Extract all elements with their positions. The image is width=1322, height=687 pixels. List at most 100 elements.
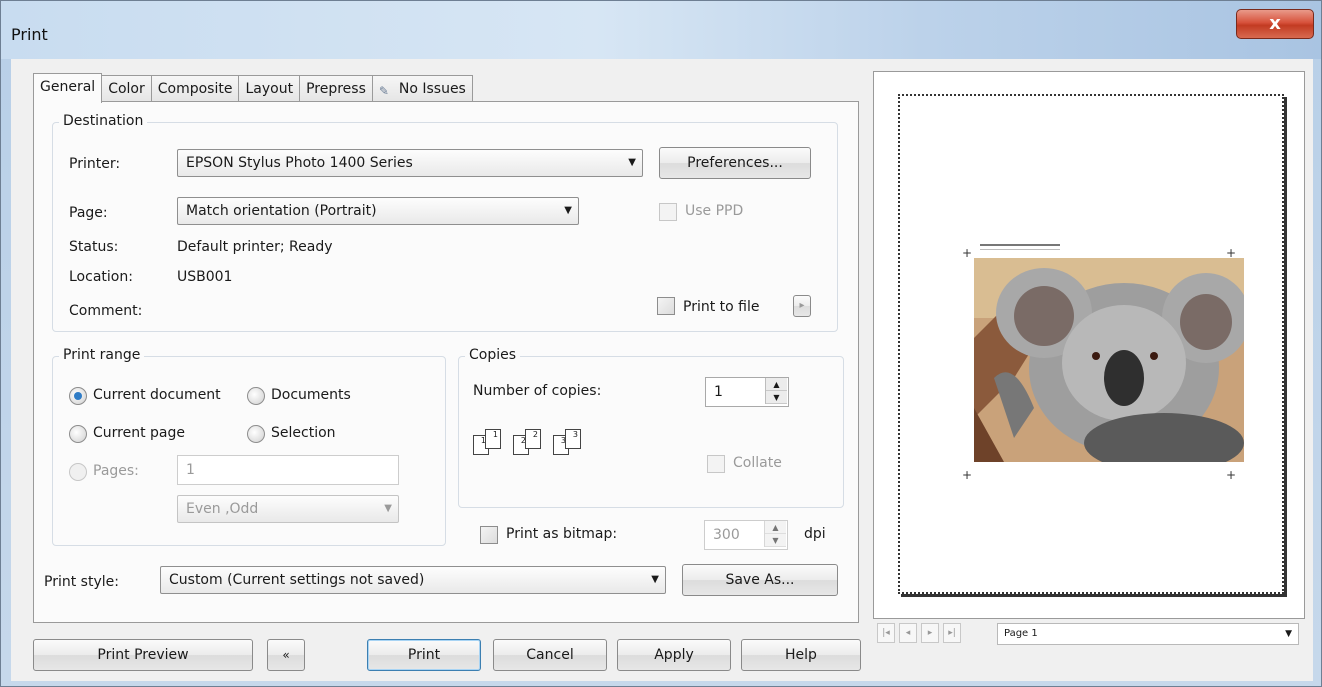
previous-page-button[interactable]: ◂	[899, 623, 917, 643]
even-odd-select[interactable]: Even ,Odd ▼	[177, 495, 399, 523]
print-button[interactable]: Print	[367, 639, 481, 671]
first-page-button[interactable]: |◂	[877, 623, 895, 643]
comment-label: Comment:	[69, 303, 143, 319]
collate-label: Collate	[733, 455, 782, 471]
pages-label: Pages:	[93, 463, 139, 479]
chevron-down-icon: ▼	[564, 205, 572, 216]
print-style-value: Custom (Current settings not saved)	[169, 572, 425, 588]
collate-page: 1	[485, 429, 501, 449]
printer-label: Printer:	[69, 156, 121, 172]
chevron-down-icon: ▼	[651, 574, 659, 585]
print-preview-button[interactable]: Print Preview	[33, 639, 253, 671]
copies-spinner[interactable]: ▲ ▼	[765, 378, 787, 404]
collate-page: 2	[525, 429, 541, 449]
print-preview-pane[interactable]: + + + +	[873, 71, 1305, 619]
collate-page: 3	[565, 429, 581, 449]
use-ppd-checkbox[interactable]	[659, 203, 677, 221]
print-range-title: Print range	[59, 347, 145, 363]
use-ppd-label: Use PPD	[685, 203, 744, 219]
print-style-label: Print style:	[44, 574, 119, 590]
documents-label: Documents	[271, 387, 351, 403]
pages-input[interactable]: 1	[177, 455, 399, 485]
chevron-down-icon: ▼	[1285, 629, 1292, 639]
current-document-label: Current document	[93, 387, 221, 403]
collate-checkbox[interactable]	[707, 455, 725, 473]
dpi-unit-label: dpi	[804, 526, 826, 542]
page-orientation-select[interactable]: Match orientation (Portrait) ▼	[177, 197, 579, 225]
current-document-radio[interactable]	[69, 387, 87, 405]
printer-select-value: EPSON Stylus Photo 1400 Series	[186, 155, 413, 171]
crop-mark-icon: +	[962, 468, 973, 482]
spin-down-icon[interactable]: ▼	[765, 534, 786, 547]
tab-strip: General Color Composite Layout Prepress …	[33, 73, 473, 103]
status-value: Default printer; Ready	[177, 239, 333, 255]
close-button[interactable]: x	[1236, 9, 1314, 39]
koala-photo	[974, 258, 1244, 462]
tab-prepress[interactable]: Prepress	[299, 75, 373, 103]
documents-radio[interactable]	[247, 387, 265, 405]
selection-label: Selection	[271, 425, 336, 441]
status-label: Status:	[69, 239, 119, 255]
collate-illustration: 1 1 2 2 3 3	[473, 429, 587, 457]
no-issues-icon: ✎	[378, 84, 389, 98]
apply-button[interactable]: Apply	[617, 639, 731, 671]
chevron-down-icon: ▼	[628, 157, 636, 168]
copies-input-value: 1	[714, 384, 723, 400]
selection-radio[interactable]	[247, 425, 265, 443]
help-button[interactable]: Help	[741, 639, 861, 671]
collapse-preview-button[interactable]: «	[267, 639, 305, 671]
spin-up-icon[interactable]: ▲	[765, 521, 786, 534]
dialog-client-area: General Color Composite Layout Prepress …	[11, 59, 1313, 681]
window-title: Print	[11, 25, 48, 44]
dialog-footer: Print Preview « Print Cancel Apply Help	[11, 629, 871, 679]
preview-navigation-bar: |◂ ◂ ▸ ▸| Page 1 ▼	[873, 621, 1305, 645]
next-page-button[interactable]: ▸	[921, 623, 939, 643]
title-bar[interactable]: Print x	[1, 1, 1321, 59]
print-range-group: Print range Current document Documents C…	[52, 347, 446, 546]
file-info-text	[980, 244, 1060, 250]
preferences-button[interactable]: Preferences...	[659, 147, 811, 179]
tab-no-issues[interactable]: ✎ No Issues	[371, 75, 473, 103]
location-value: USB001	[177, 269, 233, 285]
print-as-bitmap-label: Print as bitmap:	[506, 526, 618, 542]
tab-layout[interactable]: Layout	[238, 75, 301, 103]
page-orientation-value: Match orientation (Portrait)	[186, 203, 377, 219]
spin-up-icon[interactable]: ▲	[766, 378, 787, 391]
pages-radio[interactable]	[69, 463, 87, 481]
tab-general[interactable]: General	[33, 73, 103, 103]
current-page-radio[interactable]	[69, 425, 87, 443]
print-to-file-checkbox[interactable]	[657, 297, 675, 315]
collate-page-pair-3: 3 3	[553, 429, 587, 457]
print-to-file-menu-button[interactable]: ▸	[793, 295, 811, 317]
cancel-button[interactable]: Cancel	[493, 639, 607, 671]
dpi-spinner[interactable]: ▲ ▼	[764, 521, 786, 547]
copies-title: Copies	[465, 347, 521, 363]
destination-group: Destination Printer: EPSON Stylus Photo …	[52, 113, 838, 332]
crop-mark-icon: +	[1226, 468, 1237, 482]
number-of-copies-label: Number of copies:	[473, 383, 602, 399]
copies-group: Copies Number of copies: 1 ▲ ▼ 1 1 2 2 3…	[458, 347, 844, 508]
page-label: Page:	[69, 205, 108, 221]
location-label: Location:	[69, 269, 133, 285]
tab-color[interactable]: Color	[101, 75, 152, 103]
tab-no-issues-label: No Issues	[398, 81, 466, 97]
destination-title: Destination	[59, 113, 148, 129]
preview-page-sheet: + + + +	[898, 94, 1284, 594]
spin-down-icon[interactable]: ▼	[766, 391, 787, 404]
tab-composite[interactable]: Composite	[150, 75, 240, 103]
save-as-button[interactable]: Save As...	[682, 564, 838, 596]
printer-select[interactable]: EPSON Stylus Photo 1400 Series ▼	[177, 149, 643, 177]
crop-mark-icon: +	[962, 246, 973, 260]
chevron-down-icon: ▼	[384, 503, 392, 514]
current-page-label: Current page	[93, 425, 185, 441]
even-odd-value: Even ,Odd	[186, 501, 259, 517]
last-page-button[interactable]: ▸|	[943, 623, 961, 643]
collate-page-pair-1: 1 1	[473, 429, 507, 457]
collate-page-pair-2: 2 2	[513, 429, 547, 457]
print-style-select[interactable]: Custom (Current settings not saved) ▼	[160, 566, 666, 594]
page-select[interactable]: Page 1 ▼	[997, 623, 1299, 645]
general-tab-panel: Destination Printer: EPSON Stylus Photo …	[33, 101, 859, 623]
page-select-value: Page 1	[1004, 628, 1038, 639]
print-dialog-window: Print x General Color Composite Layout P…	[0, 0, 1322, 687]
print-as-bitmap-checkbox[interactable]	[480, 526, 498, 544]
